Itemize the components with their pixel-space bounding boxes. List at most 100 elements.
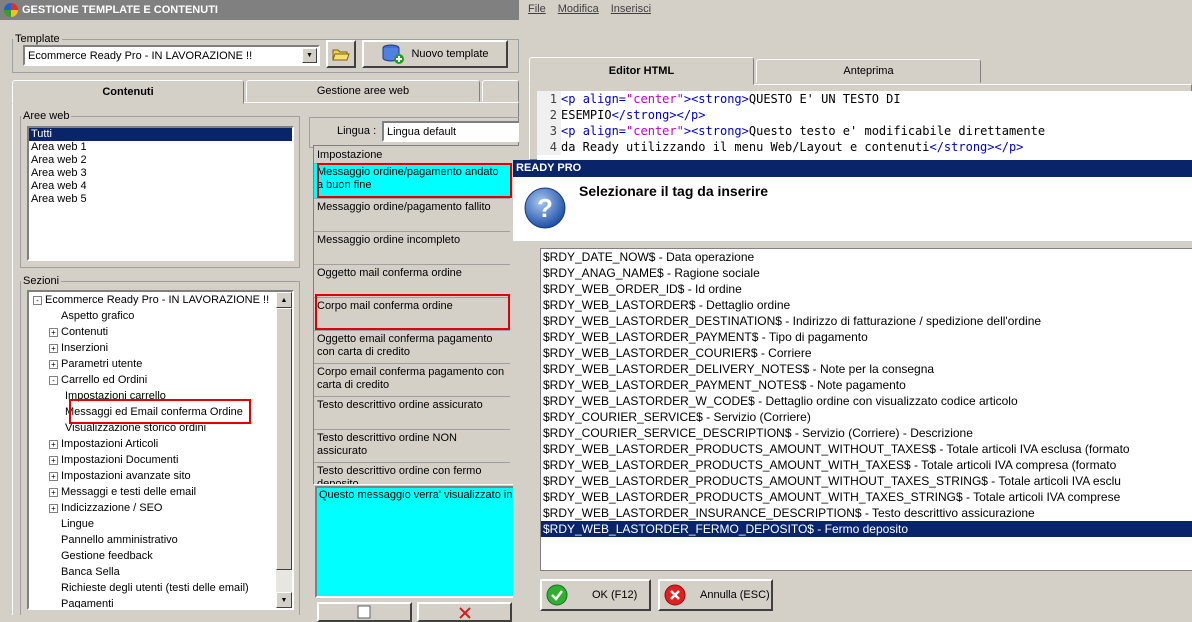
tab-anteprima[interactable]: Anteprima — [756, 59, 981, 83]
template-group-label: Template — [15, 33, 60, 45]
tag-list-item[interactable]: $RDY_WEB_LASTORDER_PRODUCTS_AMOUNT_WITH_… — [541, 489, 1192, 505]
tag-list[interactable]: $RDY_DATE_NOW$ - Data operazione $RDY_ANA… — [540, 248, 1192, 571]
tree-item[interactable]: + Parametri utente — [31, 356, 274, 372]
template-select[interactable]: Ecommerce Ready Pro - IN LAVORAZIONE !! … — [23, 45, 320, 66]
tree-item[interactable]: Gestione feedback — [31, 548, 274, 564]
code-line[interactable]: 1 <p align="center"><strong>QUESTO E' UN … — [537, 91, 1192, 107]
tree-item[interactable]: - Ecommerce Ready Pro - IN LAVORAZIONE !! — [31, 292, 274, 308]
new-template-button[interactable]: Nuovo template — [362, 40, 508, 68]
menu-modifica[interactable]: Modifica — [558, 3, 599, 15]
setting-row[interactable]: Corpo mail conferma ordine — [314, 298, 510, 331]
tree-item[interactable]: Banca Sella — [31, 564, 274, 580]
tag-list-item[interactable]: $RDY_COURIER_SERVICE_DESCRIPTION$ - Serv… — [541, 425, 1192, 441]
list-item[interactable]: Area web 1 — [29, 141, 292, 154]
tag-list-item[interactable]: $RDY_WEB_LASTORDER_INSURANCE_DESCRIPTION… — [541, 505, 1192, 521]
tree-item[interactable]: Impostazioni carrello — [31, 388, 274, 404]
setting-row[interactable]: Messaggio ordine incompleto — [314, 232, 510, 265]
tag-list-item[interactable]: $RDY_WEB_LASTORDER_DELIVERY_NOTES$ - Not… — [541, 361, 1192, 377]
tag-list-item[interactable]: $RDY_WEB_LASTORDER_DESTINATION$ - Indiri… — [541, 313, 1192, 329]
list-item[interactable]: Area web 5 — [29, 193, 292, 206]
collapse-icon[interactable]: - — [33, 295, 42, 305]
list-item[interactable]: Area web 4 — [29, 180, 292, 193]
sezioni-tree[interactable]: - Ecommerce Ready Pro - IN LAVORAZIONE !!… — [27, 290, 294, 610]
delete-button[interactable] — [417, 602, 512, 622]
scroll-down-icon[interactable]: ▼ — [276, 592, 292, 608]
menu-inserisci[interactable]: Inserisci — [611, 3, 651, 15]
tree-item[interactable]: Richieste degli utenti (testi delle emai… — [31, 580, 274, 596]
tag-list-item[interactable]: $RDY_WEB_LASTORDER_W_CODE$ - Dettaglio o… — [541, 393, 1192, 409]
tree-item[interactable]: + Impostazioni Articoli — [31, 436, 274, 452]
expand-icon[interactable]: + — [49, 359, 58, 369]
tree-item-label: Gestione feedback — [61, 550, 153, 562]
message-preview[interactable]: Questo messaggio verra' visualizzato in — [315, 486, 519, 598]
code-line[interactable]: 2 ESEMPIO</strong></p> — [537, 107, 1192, 123]
tree-item[interactable]: Visualizzazione storico ordini — [31, 420, 274, 436]
tag-list-item[interactable]: $RDY_WEB_LASTORDER$ - Dettaglio ordine — [541, 297, 1192, 313]
lingua-select-value: Lingua default — [387, 125, 457, 138]
tab-editor-html[interactable]: Editor HTML — [529, 57, 754, 85]
setting-row[interactable]: Testo descrittivo ordine con fermo depos… — [314, 463, 510, 484]
tree-item[interactable]: Lingue — [31, 516, 274, 532]
expand-icon[interactable]: + — [49, 503, 58, 513]
list-item[interactable]: Area web 2 — [29, 154, 292, 167]
tree-item[interactable]: + Messaggi e testi delle email — [31, 484, 274, 500]
setting-row[interactable]: Testo descrittivo ordine NON assicurato — [314, 430, 510, 463]
tree-item[interactable]: + Contenuti — [31, 324, 274, 340]
code-lines: 1 <p align="center"><strong>QUESTO E' UN … — [537, 91, 1192, 155]
tree-item[interactable]: - Carrello ed Ordini — [31, 372, 274, 388]
tag-list-item[interactable]: $RDY_WEB_LASTORDER_PRODUCTS_AMOUNT_WITHO… — [541, 473, 1192, 489]
expand-icon[interactable]: + — [49, 439, 58, 449]
list-item[interactable]: Area web 3 — [29, 167, 292, 180]
list-item-tutti[interactable]: Tutti — [29, 128, 292, 141]
tag-list-item[interactable]: $RDY_ANAG_NAME$ - Ragione sociale — [541, 265, 1192, 281]
cancel-button-label: Annulla (ESC) — [700, 589, 770, 601]
chevron-down-icon[interactable]: ▼ — [302, 48, 317, 63]
tree-item[interactable]: + Impostazioni avanzate sito — [31, 468, 274, 484]
tree-item[interactable]: Pagamenti — [31, 596, 274, 608]
tag-list-item[interactable]: $RDY_WEB_ORDER_ID$ - Id ordine — [541, 281, 1192, 297]
tag-list-item[interactable]: $RDY_DATE_NOW$ - Data operazione — [541, 249, 1192, 265]
collapse-icon[interactable]: - — [49, 375, 58, 385]
tree-item[interactable]: Messaggi ed Email conferma Ordine — [31, 404, 274, 420]
app-logo-icon — [4, 3, 18, 17]
expand-icon[interactable]: + — [49, 487, 58, 497]
tag-list-item[interactable]: $RDY_WEB_LASTORDER_PRODUCTS_AMOUNT_WITH_… — [541, 457, 1192, 473]
cancel-button[interactable]: Annulla (ESC) — [658, 579, 773, 611]
setting-row[interactable]: Messaggio ordine/pagamento fallito — [314, 199, 510, 232]
setting-row[interactable]: Corpo email conferma pagamento con carta… — [314, 364, 510, 397]
setting-row[interactable]: Messaggio ordine/pagamento andato a buon… — [314, 164, 510, 199]
lingua-select[interactable]: Lingua default — [382, 121, 519, 142]
tag-list-item[interactable]: $RDY_WEB_LASTORDER_PAYMENT$ - Tipo di pa… — [541, 329, 1192, 345]
tree-item[interactable]: + Inserzioni — [31, 340, 274, 356]
scroll-thumb[interactable] — [276, 308, 292, 570]
tag-list-item[interactable]: $RDY_WEB_LASTORDER_PAYMENT_NOTES$ - Note… — [541, 377, 1192, 393]
tree-item[interactable]: + Indicizzazione / SEO — [31, 500, 274, 516]
tab-contenuti[interactable]: Contenuti — [12, 80, 244, 104]
expand-icon[interactable]: + — [49, 471, 58, 481]
tree-scrollbar[interactable]: ▲ ▼ — [276, 292, 292, 608]
setting-row[interactable]: Testo descrittivo ordine assicurato — [314, 397, 510, 430]
tag-list-item[interactable]: $RDY_WEB_LASTORDER_COURIER$ - Corriere — [541, 345, 1192, 361]
aree-web-list[interactable]: Tutti Area web 1 Area web 2 Area web 3 A… — [27, 126, 294, 261]
tree-item[interactable]: Aspetto grafico — [31, 308, 274, 324]
ok-button[interactable]: OK (F12) — [540, 579, 651, 611]
tag-list-item[interactable]: $RDY_WEB_LASTORDER_PRODUCTS_AMOUNT_WITHO… — [541, 441, 1192, 457]
code-line[interactable]: 4 da Ready utilizzando il menu Web/Layout… — [537, 139, 1192, 155]
setting-row[interactable]: Oggetto email conferma pagamento con car… — [314, 331, 510, 364]
tab-gestione-aree-web[interactable]: Gestione aree web — [246, 80, 480, 102]
menu-file[interactable]: File — [528, 3, 546, 15]
expand-icon[interactable]: + — [49, 327, 58, 337]
edit-button[interactable] — [317, 602, 412, 622]
expand-icon[interactable]: + — [49, 455, 58, 465]
tree-item[interactable]: + Impostazioni Documenti — [31, 452, 274, 468]
code-line[interactable]: 3 <p align="center"><strong>Questo testo … — [537, 123, 1192, 139]
expand-icon[interactable]: + — [49, 343, 58, 353]
open-folder-button[interactable] — [326, 40, 356, 68]
html-code-editor[interactable]: 1 <p align="center"><strong>QUESTO E' UN … — [537, 91, 1192, 160]
scroll-up-icon[interactable]: ▲ — [276, 292, 292, 308]
setting-row[interactable]: Oggetto mail conferma ordine — [314, 265, 510, 298]
tag-list-item[interactable]: $RDY_WEB_LASTORDER_FERMO_DEPOSITO$ - Fer… — [541, 521, 1192, 537]
tab-more[interactable] — [482, 80, 519, 102]
tag-list-item[interactable]: $RDY_COURIER_SERVICE$ - Servizio (Corrie… — [541, 409, 1192, 425]
tree-item[interactable]: Pannello amministrativo — [31, 532, 274, 548]
